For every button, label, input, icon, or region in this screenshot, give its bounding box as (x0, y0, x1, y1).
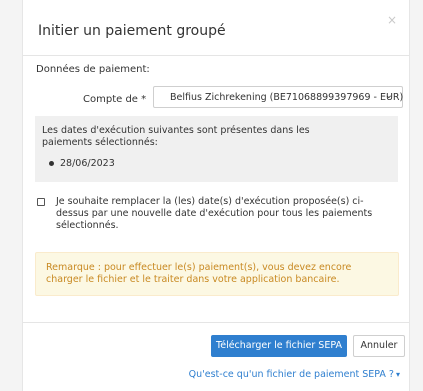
dialog-title: Initier un paiement groupé (38, 23, 226, 39)
chevron-down-icon: ⌄ (384, 90, 393, 101)
warning-alert: Remarque : pour effectuer le(s) paiement… (35, 252, 399, 296)
footer-divider (23, 322, 409, 323)
dialog-header: Initier un paiement groupé × (23, 0, 409, 56)
execution-date-item: 28/06/2023 (49, 158, 115, 169)
replace-date-label[interactable]: Je souhaite remplacer la (les) date(s) d… (56, 196, 386, 232)
caret-down-icon: ▾ (395, 370, 400, 379)
payment-dialog: Initier un paiement groupé × Données de … (22, 0, 410, 391)
execution-date-value: 28/06/2023 (60, 158, 115, 169)
payment-data-label: Données de paiement: (36, 64, 150, 75)
execution-dates-info: Les dates d'exécution suivantes sont pré… (35, 116, 398, 182)
account-label: Compte de * (83, 94, 147, 105)
close-icon[interactable]: × (387, 14, 397, 26)
download-sepa-button[interactable]: Télécharger le fichier SEPA (211, 335, 347, 357)
account-select[interactable]: Belfius Zichrekening (BE71068899397969 -… (153, 86, 403, 108)
bullet-icon (49, 161, 54, 166)
sepa-help-link-text: Qu'est-ce qu'un fichier de paiement SEPA… (188, 369, 394, 380)
execution-dates-text: Les dates d'exécution suivantes sont pré… (42, 125, 310, 148)
warning-text: Remarque : pour effectuer le(s) paiement… (46, 262, 352, 285)
sepa-help-link[interactable]: Qu'est-ce qu'un fichier de paiement SEPA… (189, 369, 400, 380)
cancel-button[interactable]: Annuler (353, 335, 405, 357)
account-select-value: Belfius Zichrekening (BE71068899397969 -… (170, 92, 404, 103)
replace-date-checkbox[interactable] (37, 198, 45, 206)
